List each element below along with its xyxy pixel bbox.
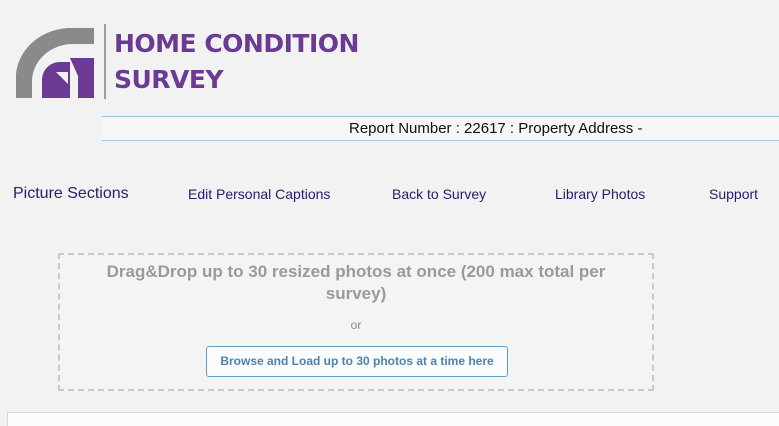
nav-support[interactable]: Support (709, 186, 758, 202)
nav-library-photos[interactable]: Library Photos (555, 186, 645, 202)
nav-picture-sections[interactable]: Picture Sections (13, 185, 129, 203)
report-number-text: Report Number : 22617 : Property Address… (349, 120, 643, 137)
nav-edit-personal-captions[interactable]: Edit Personal Captions (188, 186, 330, 202)
logo-text: HOME CONDITION SURVEY (114, 26, 359, 98)
logo: HOME CONDITION SURVEY (12, 22, 359, 102)
dropzone-title: Drag&Drop up to 30 resized photos at onc… (106, 262, 606, 303)
logo-line-1: HOME CONDITION (114, 29, 359, 58)
main-nav: Picture Sections Edit Personal Captions … (0, 185, 779, 208)
report-bar: Report Number : 22617 : Property Address… (102, 116, 779, 141)
logo-line-2: SURVEY (114, 65, 224, 94)
photo-upload-page: HOME CONDITION SURVEY Report Number : 22… (0, 0, 779, 426)
dropzone-or-text: or (350, 318, 362, 332)
nav-back-to-survey[interactable]: Back to Survey (392, 186, 486, 202)
photo-dropzone[interactable]: Drag&Drop up to 30 resized photos at onc… (58, 253, 654, 391)
logo-mark-icon (16, 28, 94, 98)
logo-divider (104, 24, 106, 99)
browse-photos-button[interactable]: Browse and Load up to 30 photos at a tim… (206, 346, 508, 377)
photo-list-panel (7, 412, 779, 426)
